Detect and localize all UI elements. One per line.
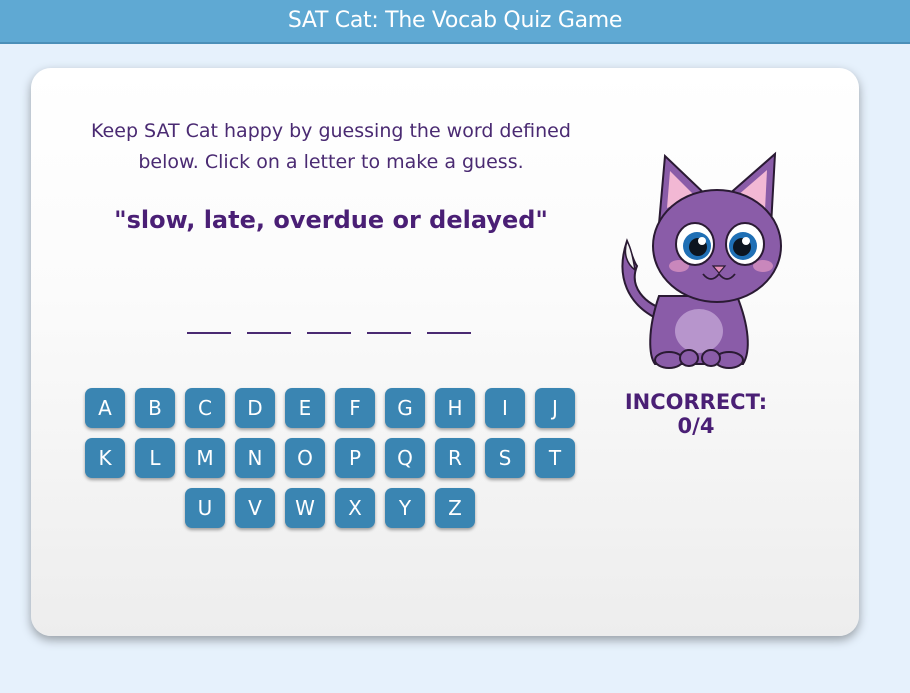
letter-button-y[interactable]: Y [385,488,425,528]
keyboard-row-1: A B C D E F G H I J [85,388,575,428]
letter-button-x[interactable]: X [335,488,375,528]
letter-blank [427,332,471,334]
letter-keyboard: A B C D E F G H I J K L M N O P Q R S T … [85,388,575,538]
letter-button-v[interactable]: V [235,488,275,528]
letter-button-i[interactable]: I [485,388,525,428]
keyboard-row-3: U V W X Y Z [85,488,575,528]
sat-cat-mascot-icon [607,146,783,376]
letter-button-j[interactable]: J [535,388,575,428]
letter-button-b[interactable]: B [135,388,175,428]
letter-button-s[interactable]: S [485,438,525,478]
letter-button-t[interactable]: T [535,438,575,478]
word-definition: "slow, late, overdue or delayed" [114,206,548,234]
letter-button-z[interactable]: Z [435,488,475,528]
game-card: Keep SAT Cat happy by guessing the word … [31,68,859,636]
letter-button-f[interactable]: F [335,388,375,428]
letter-button-q[interactable]: Q [385,438,425,478]
letter-button-o[interactable]: O [285,438,325,478]
letter-button-l[interactable]: L [135,438,175,478]
letter-blank [307,332,351,334]
letter-button-g[interactable]: G [385,388,425,428]
letter-button-p[interactable]: P [335,438,375,478]
letter-blank [367,332,411,334]
letter-button-a[interactable]: A [85,388,125,428]
letter-button-m[interactable]: M [185,438,225,478]
letter-button-e[interactable]: E [285,388,325,428]
letter-blank [247,332,291,334]
letter-button-u[interactable]: U [185,488,225,528]
word-blanks [187,332,471,334]
letter-button-n[interactable]: N [235,438,275,478]
keyboard-row-2: K L M N O P Q R S T [85,438,575,478]
letter-button-r[interactable]: R [435,438,475,478]
instructions-text: Keep SAT Cat happy by guessing the word … [91,120,571,173]
letter-button-w[interactable]: W [285,488,325,528]
letter-button-d[interactable]: D [235,388,275,428]
page-title: SAT Cat: The Vocab Quiz Game [287,8,623,33]
letter-button-k[interactable]: K [85,438,125,478]
letter-blank [187,332,231,334]
letter-button-c[interactable]: C [185,388,225,428]
incorrect-counter: INCORRECT: 0/4 [624,390,768,438]
title-bar: SAT Cat: The Vocab Quiz Game [0,0,910,44]
letter-button-h[interactable]: H [435,388,475,428]
